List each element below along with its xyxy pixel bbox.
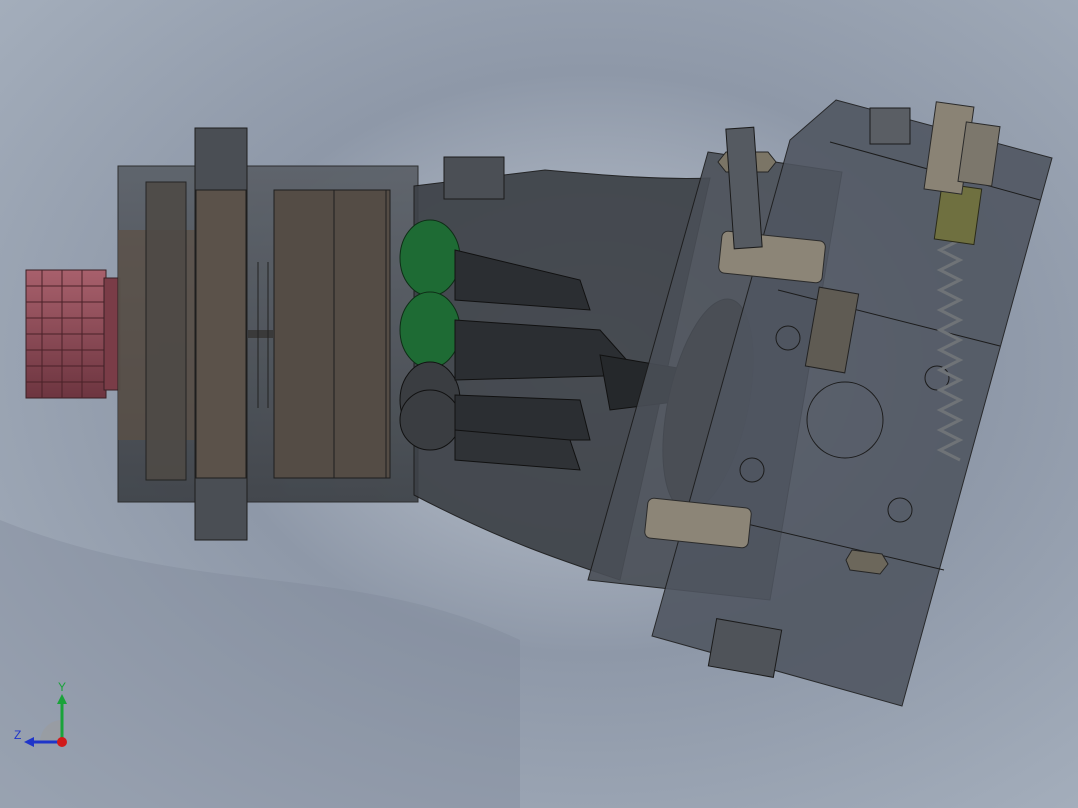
cad-model-scene[interactable] — [0, 0, 1078, 808]
triad-graphic — [24, 694, 67, 747]
drive-shaft-spline[interactable] — [25, 269, 121, 399]
graphics-viewport[interactable]: Y Z — [0, 0, 1078, 808]
y-axis-label: Y — [58, 680, 67, 694]
front-housing[interactable] — [117, 127, 419, 541]
z-axis-label: Z — [14, 728, 22, 742]
top-fitting[interactable] — [443, 156, 505, 200]
view-orientation-triad[interactable]: Y Z — [12, 680, 76, 756]
